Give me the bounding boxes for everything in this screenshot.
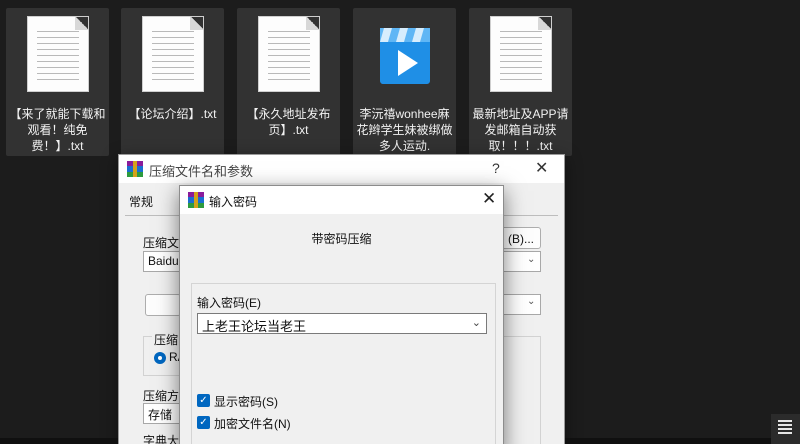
password-dialog: 输入密码 ✕ 带密码压缩 输入密码(E) 上老王论坛当老王 ⌄ ✓ 显示密码(S… <box>179 185 504 444</box>
file-name: 李沅禧wonhee麻花辫学生妹被绑做多人运动. <box>356 107 453 153</box>
close-button[interactable]: ✕ <box>535 158 548 178</box>
browse-button[interactable]: (B)... <box>499 227 541 249</box>
dialog-title: 输入密码 <box>209 195 258 209</box>
help-button[interactable]: ? <box>492 160 500 176</box>
text-file-icon <box>489 16 552 92</box>
dialog-titlebar[interactable]: 输入密码 ✕ <box>180 186 503 214</box>
winrar-icon <box>188 192 204 208</box>
archive-name-input[interactable]: BaiduN <box>143 251 183 272</box>
list-icon[interactable] <box>778 420 792 434</box>
dialog-titlebar[interactable]: 压缩文件名和参数 ? ✕ <box>119 155 564 183</box>
desktop-file-item[interactable]: 【来了就能下载和观看！纯免费！】.txt <box>6 8 109 156</box>
radio-rar[interactable] <box>154 352 166 364</box>
chevron-down-icon[interactable]: ⌄ <box>472 316 481 329</box>
options-group <box>501 336 541 444</box>
password-input[interactable]: 上老王论坛当老王 ⌄ <box>197 313 487 334</box>
video-file-icon <box>379 28 430 84</box>
taskbar-edge <box>565 438 771 444</box>
desktop-file-item[interactable]: 【论坛介绍】.txt <box>121 8 224 156</box>
method-select[interactable]: 存储 <box>143 403 183 424</box>
file-name: 【来了就能下载和观看！纯免费！】.txt <box>9 107 106 153</box>
dialog-heading: 带密码压缩 <box>311 232 372 246</box>
winrar-icon <box>127 161 143 177</box>
dictionary-size-label: 字典大 <box>143 434 180 444</box>
method-label: 压缩方 <box>143 389 180 403</box>
encrypt-names-checkbox[interactable]: ✓ <box>197 416 210 429</box>
profiles-button[interactable] <box>145 294 181 316</box>
desktop-file-item[interactable]: 【永久地址发布页】.txt <box>237 8 340 156</box>
taskbar-edge <box>0 438 118 444</box>
close-button[interactable]: ✕ <box>482 189 496 209</box>
desktop-file-item[interactable]: 最新地址及APP请发邮箱自动获取！！！.txt <box>469 8 572 156</box>
chevron-down-icon: ⌄ <box>527 254 536 265</box>
file-name: 【论坛介绍】.txt <box>128 107 217 121</box>
file-name: 最新地址及APP请发邮箱自动获取！！！.txt <box>472 107 569 153</box>
file-name: 【永久地址发布页】.txt <box>246 107 331 137</box>
text-file-icon <box>26 16 89 92</box>
chevron-down-icon: ⌄ <box>527 296 536 307</box>
password-label: 输入密码(E) <box>197 296 261 310</box>
format-group-label: 压缩 <box>152 331 181 348</box>
encrypt-names-label: 加密文件名(N) <box>214 417 291 431</box>
text-file-icon <box>257 16 320 92</box>
tab-general[interactable]: 常规 <box>129 193 153 210</box>
text-file-icon <box>141 16 204 92</box>
desktop-file-item[interactable]: 李沅禧wonhee麻花辫学生妹被绑做多人运动. <box>353 8 456 156</box>
password-value: 上老王论坛当老王 <box>202 319 307 334</box>
show-password-label: 显示密码(S) <box>214 395 278 409</box>
dialog-title: 压缩文件名和参数 <box>149 164 254 179</box>
show-password-checkbox[interactable]: ✓ <box>197 394 210 407</box>
archive-name-label: 压缩文 <box>143 236 180 250</box>
